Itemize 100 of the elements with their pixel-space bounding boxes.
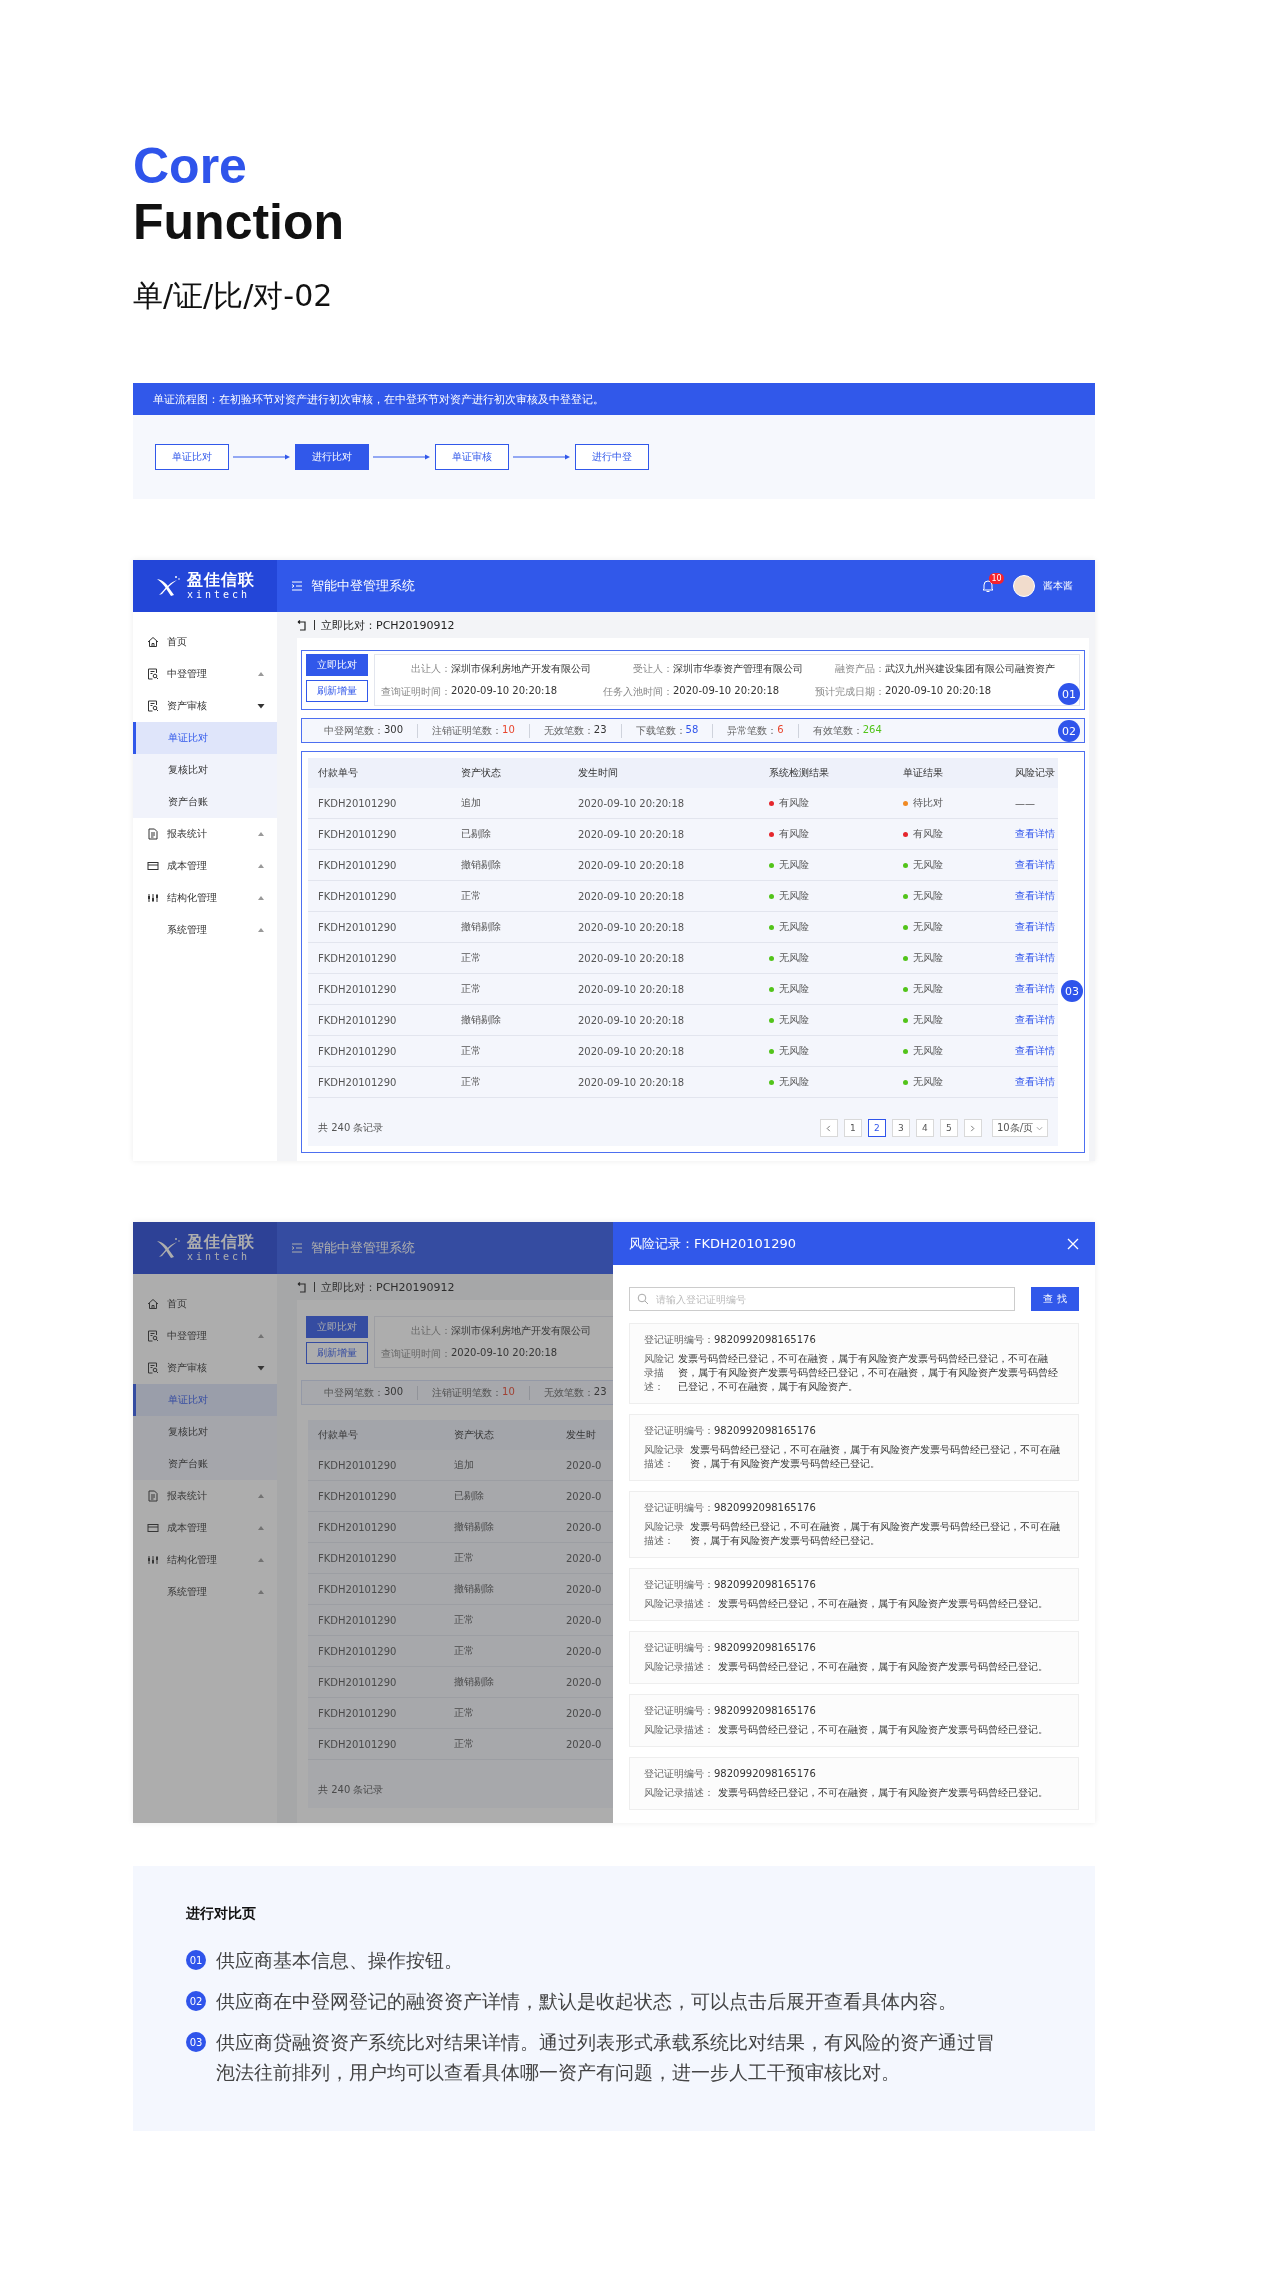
submenu-item[interactable]: 单证比对 xyxy=(133,1384,277,1416)
page-button[interactable]: 3 xyxy=(891,1119,910,1137)
stat-value: 23 xyxy=(593,1385,607,1399)
note-text: 供应商贷融资资产系统比对结果详情。通过列表形式承载系统比对结果，有风险的资产通过冒泡法往前排列，用户均可以查看具体哪一资产有问题，进一步人工干预审核比对。 xyxy=(216,2030,996,2085)
heading-accent: Core xyxy=(133,138,248,194)
sidebar-item[interactable]: 系统管理 xyxy=(133,1576,277,1608)
submenu-item[interactable]: 资产台账 xyxy=(133,1448,277,1480)
table-cell-text: 正常 xyxy=(461,1075,482,1089)
details-link[interactable]: 查看详情 xyxy=(1015,1075,1058,1089)
sidebar-item[interactable]: 报表统计 xyxy=(133,1480,277,1512)
table-cell-text: FKDH20101290 xyxy=(318,1552,398,1564)
compare-button[interactable]: 立即比对 xyxy=(306,654,368,676)
stat-label: 无效笔数： xyxy=(543,1385,594,1400)
field-label: 登记证明编号： xyxy=(644,1578,714,1592)
annotation-badge: 01 xyxy=(1058,683,1080,705)
field-value: 9820992098165176 xyxy=(714,1501,816,1515)
page-button[interactable]: 4 xyxy=(915,1119,934,1137)
stat-label: 有效笔数： xyxy=(812,723,863,738)
submenu-item[interactable]: 复核比对 xyxy=(133,1416,277,1448)
refresh-button[interactable]: 刷新增量 xyxy=(306,1342,368,1364)
details-link[interactable]: 查看详情 xyxy=(1015,920,1058,934)
details-link[interactable]: 查看详情 xyxy=(1015,858,1058,872)
table-cell-text: 追加 xyxy=(461,796,482,810)
sliders-icon xyxy=(147,1554,159,1566)
logo-icon xyxy=(155,575,181,597)
table-cell-text: FKDH20101290 xyxy=(318,1045,398,1057)
details-link[interactable]: 查看详情 xyxy=(1015,1013,1058,1027)
submenu-item[interactable]: 单证比对 xyxy=(133,722,277,754)
home-icon xyxy=(147,1298,159,1310)
compare-button[interactable]: 立即比对 xyxy=(306,1316,368,1338)
table-cell-text: 2020-0 xyxy=(566,1645,603,1657)
column-header: 风险记录 xyxy=(1015,766,1056,780)
table-cell-text: 2020-0 xyxy=(566,1459,603,1471)
table-cell-text: 2020-09-10 20:20:18 xyxy=(578,952,686,964)
field-label: 风险记录描述： xyxy=(644,1786,714,1800)
bell-icon[interactable] xyxy=(981,579,995,593)
sidebar-item[interactable]: 结构化管理 xyxy=(133,1544,277,1576)
sidebar-item[interactable]: 结构化管理 xyxy=(133,882,277,914)
details-link[interactable]: 查看详情 xyxy=(1015,827,1058,841)
column-header: 资产状态 xyxy=(454,1428,495,1442)
details-link[interactable]: 查看详情 xyxy=(1015,982,1058,996)
submenu-item[interactable]: 资产台账 xyxy=(133,786,277,818)
page-button[interactable]: 1 xyxy=(843,1119,862,1137)
refresh-button[interactable]: 刷新增量 xyxy=(306,680,368,702)
table-cell-text: FKDH20101290 xyxy=(318,1459,398,1471)
status-text: 无风险 xyxy=(779,951,809,965)
field-value: 深圳市华泰资产管理有限公司 xyxy=(673,661,803,676)
sidebar-item[interactable]: 中登管理 xyxy=(133,1320,277,1352)
logo-text: 盈佳信联 xyxy=(187,572,255,588)
table-cell-text: FKDH20101290 xyxy=(318,1707,398,1719)
close-icon[interactable] xyxy=(1067,1237,1079,1250)
card-icon xyxy=(147,1522,159,1534)
page-button[interactable]: 5 xyxy=(939,1119,958,1137)
field-label: 风险记录描述： xyxy=(644,1443,685,1471)
avatar[interactable] xyxy=(1013,575,1035,597)
menu-icon[interactable] xyxy=(291,580,303,592)
table-cell-text: FKDH20101290 xyxy=(318,952,398,964)
sidebar-item[interactable]: 首页 xyxy=(133,1288,277,1320)
table-cell-text: 2020-0 xyxy=(566,1707,603,1719)
table-cell-text: FKDH20101290 xyxy=(318,828,398,840)
table-cell-text: 撤销剔除 xyxy=(454,1582,495,1596)
page-size-select[interactable]: 10条/页 xyxy=(991,1119,1048,1137)
step-box: 进行比对 xyxy=(295,444,369,470)
sidebar-item[interactable]: 中登管理 xyxy=(133,658,277,690)
search-icon xyxy=(637,1293,649,1305)
submenu-item[interactable]: 复核比对 xyxy=(133,754,277,786)
field-label: 任务入池时间： xyxy=(603,684,673,699)
sidebar-item[interactable]: 首页 xyxy=(133,626,277,658)
back-icon[interactable] xyxy=(297,1281,308,1293)
details-link[interactable]: 查看详情 xyxy=(1015,1044,1058,1058)
table-cell-text: 正常 xyxy=(454,1613,475,1627)
card-icon xyxy=(147,860,159,872)
sidebar-item[interactable]: 资产审核 xyxy=(133,1352,277,1384)
page-title: 立即比对：PCH20190912 xyxy=(321,617,455,633)
table-cell-text: 已剔除 xyxy=(454,1489,485,1503)
details-link[interactable]: 查看详情 xyxy=(1015,889,1058,903)
sidebar-item[interactable]: 成本管理 xyxy=(133,850,277,882)
stat-value: 23 xyxy=(593,723,607,737)
status-text: 无风险 xyxy=(913,951,943,965)
table-cell-text: FKDH20101290 xyxy=(318,1014,398,1026)
column-header: 系统检测结果 xyxy=(769,766,830,780)
table-cell-text: 2020-0 xyxy=(566,1521,603,1533)
flow-arrow xyxy=(233,453,291,461)
user-name[interactable]: 酱本酱 xyxy=(1043,579,1073,593)
search-button[interactable]: 查 找 xyxy=(1031,1287,1079,1311)
page-title: 立即比对：PCH20190912 xyxy=(321,1279,455,1295)
back-icon[interactable] xyxy=(297,619,308,631)
sidebar-item[interactable]: 成本管理 xyxy=(133,1512,277,1544)
field-label: 融资产品： xyxy=(835,661,885,676)
page-button[interactable]: 2 xyxy=(867,1119,886,1137)
details-link[interactable]: 查看详情 xyxy=(1015,951,1058,965)
sidebar-item[interactable]: 系统管理 xyxy=(133,914,277,946)
field-label: 出让人： xyxy=(411,1323,451,1338)
sliders-icon xyxy=(147,892,159,904)
note-text: 供应商基本信息、操作按钮。 xyxy=(216,1948,463,1973)
sidebar-item[interactable]: 资产审核 xyxy=(133,690,277,722)
table-cell-text: 2020-09-10 20:20:18 xyxy=(578,828,686,840)
sidebar-item[interactable]: 报表统计 xyxy=(133,818,277,850)
table-cell-text: 正常 xyxy=(461,951,482,965)
status-text: 无风险 xyxy=(779,982,809,996)
